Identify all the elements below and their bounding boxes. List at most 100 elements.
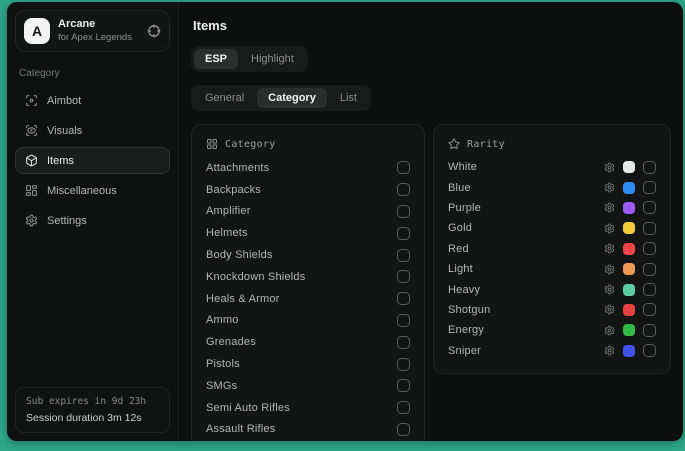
rarity-panel-header: Rarity [448, 138, 656, 150]
gear-icon[interactable] [604, 202, 615, 213]
rarity-row-blue: Blue [448, 177, 656, 197]
category-checkbox[interactable] [397, 227, 410, 240]
rarity-color-swatch[interactable] [623, 345, 635, 357]
rarity-color-swatch[interactable] [623, 284, 635, 296]
mode-esp[interactable]: ESP [194, 49, 238, 69]
category-row-label: Heals & Armor [206, 293, 280, 305]
tab-list[interactable]: List [329, 88, 368, 108]
rarity-row-label: Energy [448, 324, 484, 336]
sidebar-item-aimbot[interactable]: Aimbot [15, 87, 170, 114]
sidebar-item-miscellaneous[interactable]: Miscellaneous [15, 177, 170, 204]
subscription-expires: Sub expires in 9d 23h [26, 396, 159, 407]
rarity-row-light: Light [448, 259, 656, 279]
category-checkbox[interactable] [397, 161, 410, 174]
gear-icon [25, 214, 38, 227]
mode-highlight[interactable]: Highlight [240, 49, 305, 69]
rarity-checkbox[interactable] [643, 222, 656, 235]
gear-icon[interactable] [604, 264, 615, 275]
category-row-label: Attachments [206, 162, 269, 174]
mode-toggle: ESPHighlight [191, 46, 308, 72]
rarity-checkbox[interactable] [643, 263, 656, 276]
category-checkbox[interactable] [397, 336, 410, 349]
category-checkbox[interactable] [397, 423, 410, 436]
category-checkbox[interactable] [397, 379, 410, 392]
gear-icon[interactable] [604, 284, 615, 295]
tab-general[interactable]: General [194, 88, 255, 108]
gear-icon[interactable] [604, 345, 615, 356]
category-row-label: Semi Auto Rifles [206, 402, 290, 414]
category-checkbox[interactable] [397, 401, 410, 414]
category-checkbox[interactable] [397, 270, 410, 283]
rarity-checkbox[interactable] [643, 242, 656, 255]
category-panel-header: Category [206, 138, 410, 150]
rarity-row-shotgun: Shotgun [448, 300, 656, 320]
sidebar-item-label: Aimbot [47, 95, 81, 107]
rarity-checkbox[interactable] [643, 201, 656, 214]
category-list: AttachmentsBackpacksAmplifierHelmetsBody… [206, 157, 410, 441]
category-row-knockdown-shields: Knockdown Shields [206, 266, 410, 288]
dashboard-icon [25, 184, 38, 197]
package-icon [25, 154, 38, 167]
rarity-color-swatch[interactable] [623, 304, 635, 316]
main-content: Items ESPHighlight GeneralCategoryList C… [179, 2, 683, 441]
rarity-color-swatch[interactable] [623, 222, 635, 234]
scan-eye-icon [25, 124, 38, 137]
sidebar-item-items[interactable]: Items [15, 147, 170, 174]
rarity-row-energy: Energy [448, 320, 656, 340]
rarity-row-red: Red [448, 239, 656, 259]
category-row-helmets: Helmets [206, 222, 410, 244]
crosshair-icon[interactable] [147, 24, 161, 38]
gear-icon[interactable] [604, 223, 615, 234]
sidebar-item-label: Visuals [47, 125, 82, 137]
gear-icon[interactable] [604, 162, 615, 173]
sidebar-item-settings[interactable]: Settings [15, 207, 170, 234]
rarity-panel: Rarity WhiteBluePurpleGoldRedLightHeavyS… [433, 124, 671, 374]
sidebar-nav: Aimbot Visuals Items Miscellaneous Settings [15, 87, 170, 234]
sidebar-item-label: Miscellaneous [47, 185, 117, 197]
rarity-color-swatch[interactable] [623, 202, 635, 214]
category-checkbox[interactable] [397, 183, 410, 196]
rarity-row-label: Blue [448, 182, 471, 194]
rarity-color-swatch[interactable] [623, 263, 635, 275]
rarity-row-sniper: Sniper [448, 341, 656, 361]
subscription-card: Sub expires in 9d 23h Session duration 3… [15, 387, 170, 433]
rarity-color-swatch[interactable] [623, 324, 635, 336]
category-row-label: Grenades [206, 336, 256, 348]
rarity-row-heavy: Heavy [448, 279, 656, 299]
rarity-row-white: White [448, 157, 656, 177]
rarity-row-label: Heavy [448, 284, 480, 296]
category-checkbox[interactable] [397, 205, 410, 218]
category-row-label: SMGs [206, 380, 237, 392]
sidebar-section-label: Category [19, 68, 166, 79]
category-row-pistols: Pistols [206, 353, 410, 375]
rarity-checkbox[interactable] [643, 303, 656, 316]
category-checkbox[interactable] [397, 249, 410, 262]
rarity-checkbox[interactable] [643, 161, 656, 174]
rarity-color-swatch[interactable] [623, 182, 635, 194]
rarity-row-label: Light [448, 263, 473, 275]
category-row-amplifier: Amplifier [206, 201, 410, 223]
category-row-heals-armor: Heals & Armor [206, 288, 410, 310]
grid-icon [206, 138, 218, 150]
category-row-semi-auto-rifles: Semi Auto Rifles [206, 397, 410, 419]
brand-card: A Arcane for Apex Legends [15, 10, 170, 52]
rarity-color-swatch[interactable] [623, 161, 635, 173]
tab-category[interactable]: Category [257, 88, 327, 108]
app-window: A Arcane for Apex Legends Category Aimbo… [7, 2, 683, 441]
category-checkbox[interactable] [397, 358, 410, 371]
rarity-checkbox[interactable] [643, 283, 656, 296]
category-row-label: Body Shields [206, 249, 273, 261]
category-checkbox[interactable] [397, 314, 410, 327]
rarity-checkbox[interactable] [643, 344, 656, 357]
panels: Category AttachmentsBackpacksAmplifierHe… [191, 124, 671, 441]
sidebar-item-visuals[interactable]: Visuals [15, 117, 170, 144]
gear-icon[interactable] [604, 304, 615, 315]
gear-icon[interactable] [604, 182, 615, 193]
rarity-checkbox[interactable] [643, 181, 656, 194]
rarity-checkbox[interactable] [643, 324, 656, 337]
gear-icon[interactable] [604, 325, 615, 336]
rarity-color-swatch[interactable] [623, 243, 635, 255]
category-checkbox[interactable] [397, 292, 410, 305]
gear-icon[interactable] [604, 243, 615, 254]
category-panel-title: Category [225, 139, 276, 150]
